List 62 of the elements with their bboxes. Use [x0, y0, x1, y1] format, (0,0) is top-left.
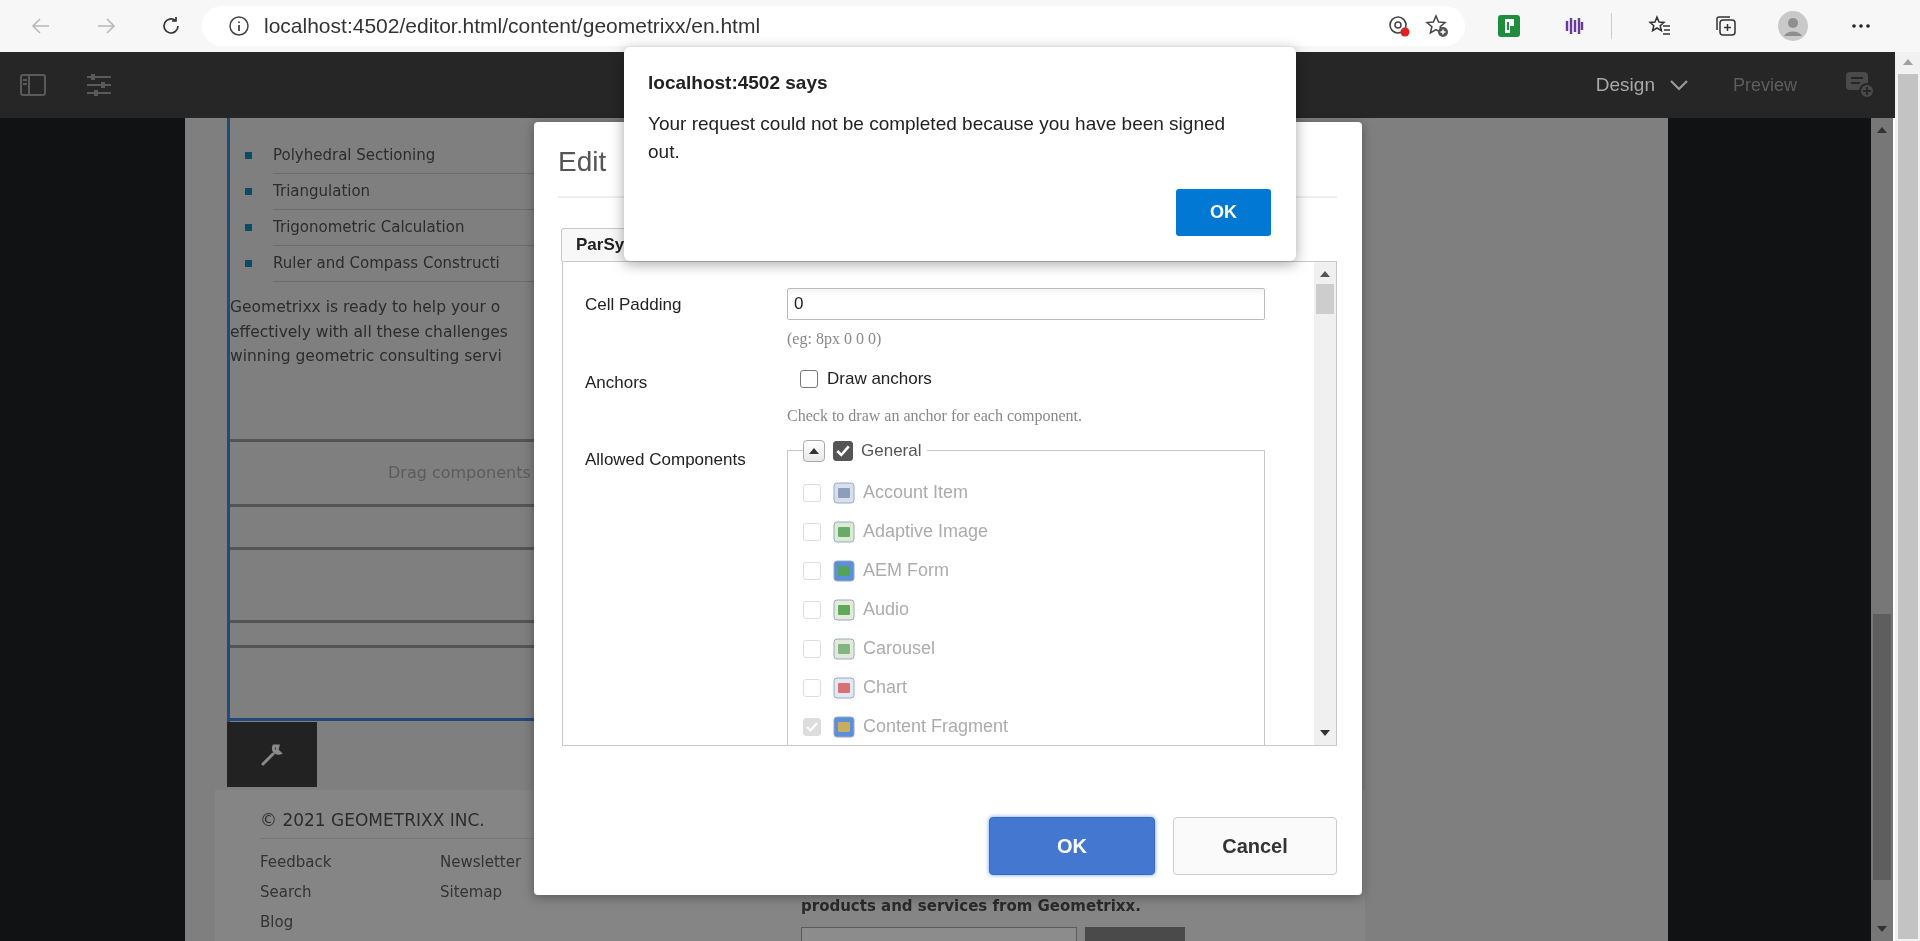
- alert-message: Your request could not be completed because you have been signed out.: [648, 112, 1227, 164]
- paragraph-line: effectively with all these challenges: [230, 321, 509, 343]
- footer-link[interactable]: Blog: [260, 913, 440, 931]
- component-icon: [833, 676, 855, 699]
- field-label: Allowed Components: [585, 449, 747, 471]
- component-icon: [833, 481, 855, 504]
- scroll-up-icon[interactable]: [1319, 270, 1331, 278]
- favorites-icon[interactable]: [1648, 14, 1672, 38]
- mode-dropdown[interactable]: Design: [1595, 74, 1689, 96]
- preview-button[interactable]: Preview: [1732, 74, 1797, 96]
- hint-text: (eg: 8px 0 0 0): [787, 330, 883, 348]
- bullet-icon: [245, 259, 252, 267]
- scrollbar[interactable]: [1871, 118, 1893, 941]
- dialog-title: Edit: [558, 145, 607, 179]
- add-favorite-icon[interactable]: [1425, 14, 1449, 38]
- footer-link[interactable]: Feedback: [260, 853, 440, 871]
- component-icon: [833, 637, 855, 660]
- component-icon: [833, 520, 855, 543]
- info-icon[interactable]: [228, 15, 250, 37]
- scroll-down-icon[interactable]: [1319, 729, 1331, 737]
- bullet-icon: [245, 187, 252, 195]
- component-icon: [833, 559, 855, 582]
- cell-padding-field[interactable]: 0: [787, 288, 1265, 320]
- cancel-button[interactable]: Cancel: [1173, 817, 1337, 875]
- address-field[interactable]: localhost:4502/editor.html/content/geometrixx/en.html: [202, 6, 1465, 46]
- scroll-thumb[interactable]: [1897, 74, 1918, 939]
- collections-icon[interactable]: [1714, 14, 1738, 38]
- chevron-icon: [1668, 78, 1689, 92]
- field-label: Anchors: [585, 372, 649, 394]
- component-icon: [833, 715, 855, 738]
- url-text: localhost:4502/editor.html/content/geometrixx/en.html: [264, 14, 761, 38]
- paragraph-line: Geometrixx is ready to help your o: [230, 297, 502, 318]
- checkbox[interactable]: [833, 441, 853, 461]
- footer-link[interactable]: Search: [260, 883, 440, 901]
- signup-text: products and services from Geometrixx.: [801, 897, 1142, 915]
- collapse-button[interactable]: [803, 440, 825, 462]
- refresh-icon[interactable]: [160, 15, 182, 37]
- checkbox[interactable]: [800, 370, 818, 388]
- sliders-icon[interactable]: [86, 73, 112, 97]
- scrollbar[interactable]: [1314, 262, 1336, 745]
- caret-icon: [808, 447, 820, 455]
- checkbox-label[interactable]: Draw anchors: [827, 369, 932, 389]
- field-label: Cell Padding: [585, 294, 683, 316]
- tracking-icon[interactable]: [1387, 14, 1411, 38]
- annotate-icon[interactable]: [1845, 71, 1875, 99]
- scrollbar[interactable]: [1895, 52, 1920, 941]
- scroll-thumb[interactable]: [1873, 614, 1891, 880]
- ok-button[interactable]: OK: [1176, 189, 1271, 236]
- paragraph-line: winning geometric consulting servi: [230, 346, 503, 367]
- extension-icon[interactable]: [1497, 14, 1521, 38]
- avatar-icon[interactable]: [1778, 11, 1808, 41]
- alert-title: localhost:4502 says: [648, 72, 829, 94]
- bullet-icon: [245, 223, 252, 231]
- hint-text: Check to draw an anchor for each component.: [787, 407, 1083, 425]
- ok-button[interactable]: OK: [989, 817, 1155, 875]
- wrench-button[interactable]: [227, 722, 317, 787]
- scroll-thumb[interactable]: [1316, 284, 1334, 314]
- component-icon: [833, 598, 855, 621]
- scroll-up-icon[interactable]: [1876, 126, 1888, 134]
- side-panel-icon[interactable]: [20, 74, 46, 96]
- bullet-icon: [245, 151, 252, 159]
- extension-icon[interactable]: [1563, 15, 1585, 37]
